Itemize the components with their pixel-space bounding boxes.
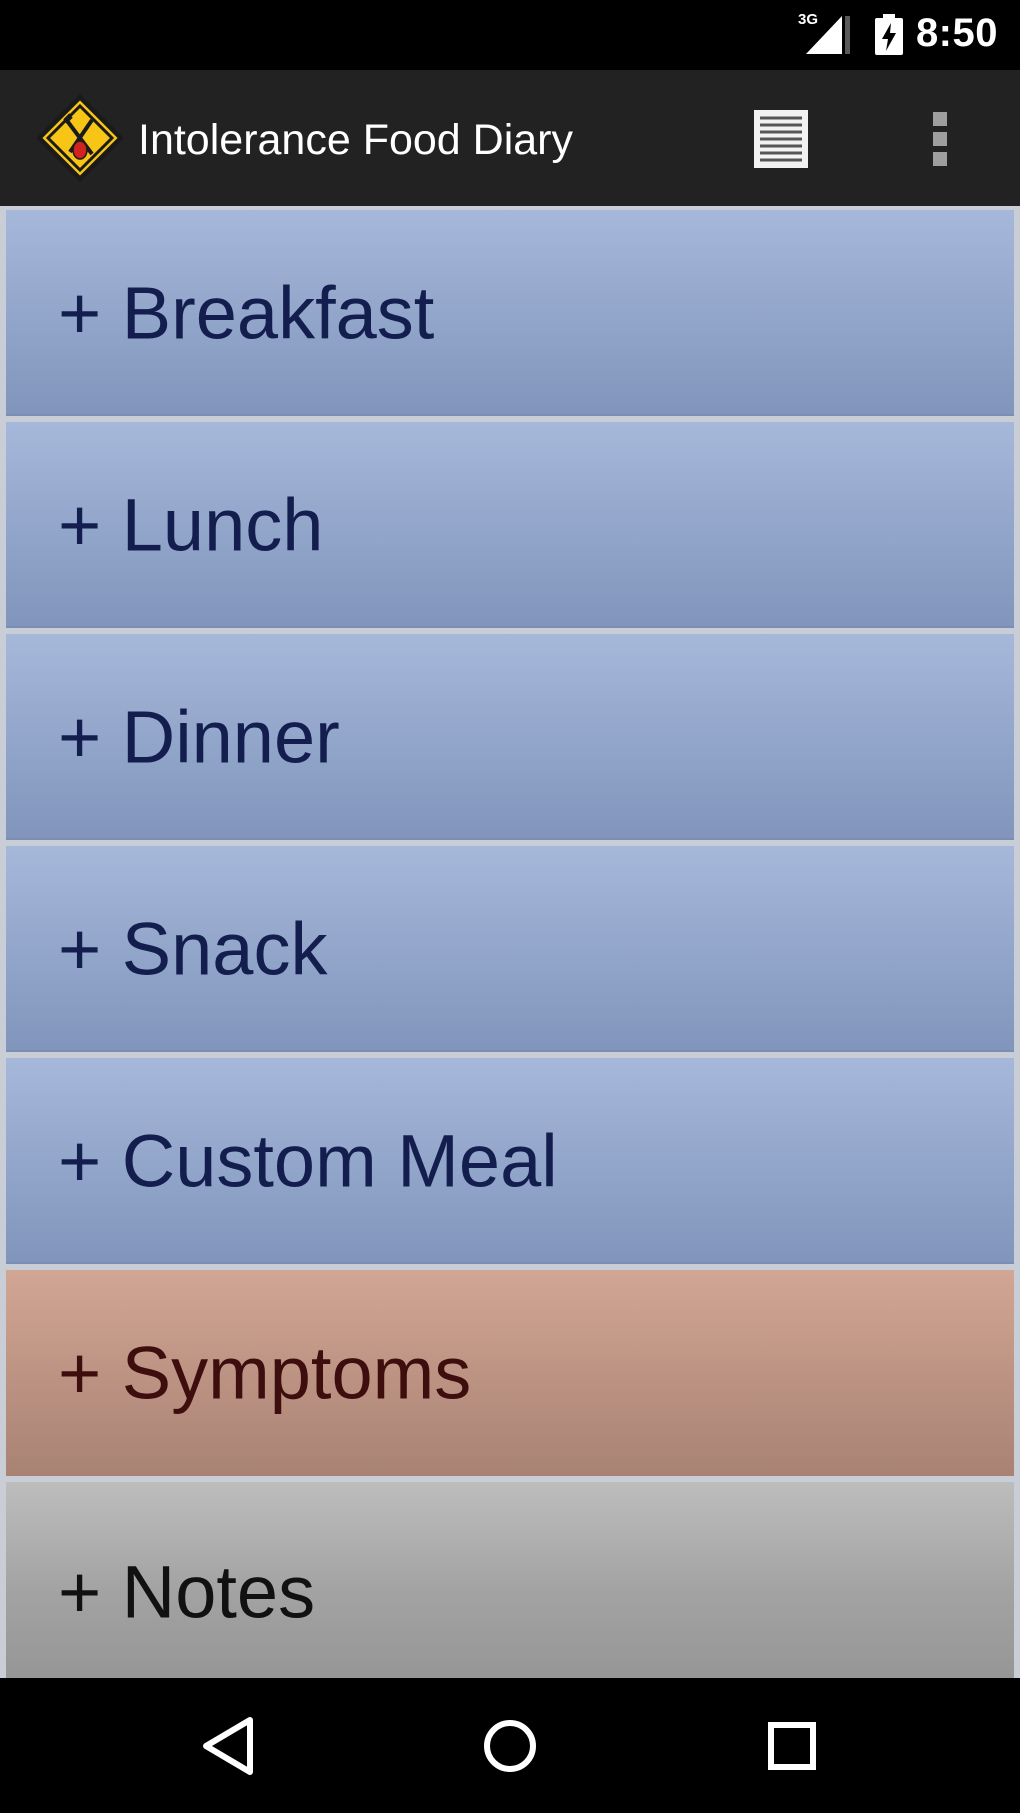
navigation-bar	[0, 1678, 1020, 1813]
app-title: Intolerance Food Diary	[138, 116, 573, 164]
lunch-label: + Lunch	[58, 483, 324, 567]
signal-3g-icon: 3G	[798, 11, 850, 54]
notes-label: + Notes	[58, 1550, 316, 1634]
custom-meal-entry-button[interactable]: + Custom Meal	[6, 1058, 1014, 1264]
snack-entry-button[interactable]: + Snack	[6, 846, 1014, 1052]
snack-label: + Snack	[58, 907, 328, 991]
breakfast-label: + Breakfast	[58, 271, 435, 355]
entry-list: + Breakfast + Lunch + Dinner + Snack + C…	[0, 206, 1020, 1678]
list-view-icon[interactable]	[752, 108, 810, 170]
home-icon[interactable]	[474, 1710, 546, 1782]
custom-meal-label: + Custom Meal	[58, 1119, 558, 1203]
network-label: 3G	[798, 11, 818, 28]
action-bar: Intolerance Food Diary	[0, 70, 1020, 209]
status-clock: 8:50	[915, 11, 998, 55]
recent-apps-icon[interactable]	[756, 1710, 828, 1782]
dinner-label: + Dinner	[58, 695, 340, 779]
notes-entry-button[interactable]: + Notes	[6, 1482, 1014, 1678]
status-bar: 3G 8:50	[0, 0, 1020, 70]
symptoms-label: + Symptoms	[58, 1331, 472, 1415]
battery-charging-icon	[875, 14, 903, 55]
lunch-entry-button[interactable]: + Lunch	[6, 422, 1014, 628]
dinner-entry-button[interactable]: + Dinner	[6, 634, 1014, 840]
food-diary-diamond-logo	[36, 94, 124, 182]
overflow-menu-icon[interactable]	[920, 108, 960, 170]
breakfast-entry-button[interactable]: + Breakfast	[6, 210, 1014, 416]
symptoms-entry-button[interactable]: + Symptoms	[6, 1270, 1014, 1476]
back-icon[interactable]	[192, 1710, 264, 1782]
